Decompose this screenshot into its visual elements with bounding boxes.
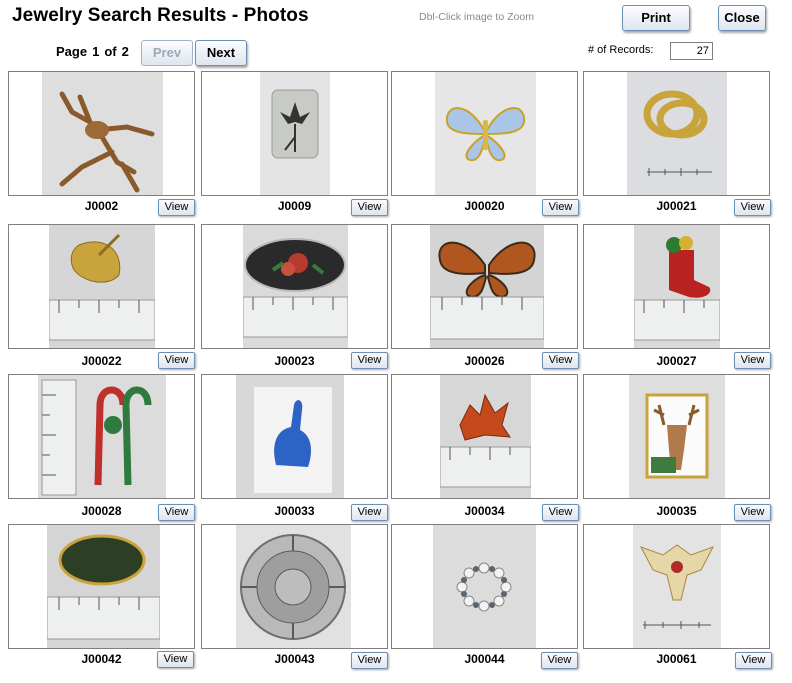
christmas-stocking-pin-photo[interactable] <box>634 225 720 348</box>
photo-frame[interactable] <box>391 524 578 649</box>
records-count-field[interactable] <box>670 42 713 60</box>
view-button[interactable]: View <box>158 352 195 369</box>
photo-frame[interactable] <box>8 374 195 499</box>
deer-stamp-pin-photo[interactable] <box>629 375 725 498</box>
records-label: # of Records: <box>588 44 654 56</box>
page-indicator: Page 1 of 2 <box>56 44 134 59</box>
frog-brooch-photo[interactable] <box>42 72 163 195</box>
photo-frame[interactable] <box>8 71 195 196</box>
zoom-hint: Dbl-Click image to Zoom <box>419 11 534 23</box>
current-page: 1 <box>92 44 100 59</box>
photo-frame[interactable] <box>8 224 195 349</box>
blue-rabbit-pin-photo[interactable] <box>236 375 344 498</box>
total-pages: 2 <box>121 44 129 59</box>
view-button[interactable]: View <box>158 199 195 216</box>
aztec-calendar-pin-photo[interactable] <box>236 525 351 648</box>
photo-frame[interactable] <box>391 71 578 196</box>
autumn-leaf-pin-photo[interactable] <box>440 375 531 498</box>
green-stone-brooch-photo[interactable] <box>47 525 160 648</box>
view-button[interactable]: View <box>542 504 579 521</box>
page-title: Jewelry Search Results - Photos <box>12 5 309 26</box>
close-button[interactable]: Close <box>718 5 766 31</box>
page-word: Page <box>56 44 88 59</box>
photo-frame[interactable] <box>391 224 578 349</box>
butterfly-brooch-photo[interactable] <box>435 72 536 195</box>
enamel-butterfly-pin-photo[interactable] <box>430 225 544 348</box>
view-button[interactable]: View <box>351 199 388 216</box>
photo-frame[interactable] <box>201 71 388 196</box>
view-button[interactable]: View <box>351 504 388 521</box>
view-button[interactable]: View <box>542 352 579 369</box>
photo-frame[interactable] <box>391 374 578 499</box>
view-button[interactable]: View <box>157 651 194 668</box>
gold-knot-brooch-photo[interactable] <box>627 72 727 195</box>
prev-button[interactable]: Prev <box>141 40 193 66</box>
view-button[interactable]: View <box>158 504 195 521</box>
photo-frame[interactable] <box>8 524 195 649</box>
photo-frame[interactable] <box>583 374 770 499</box>
photo-grid: J0002 View J0009 View J00020 View J00021… <box>8 71 778 675</box>
iris-pin-photo[interactable] <box>260 72 330 195</box>
photo-frame[interactable] <box>201 374 388 499</box>
of-word: of <box>104 44 117 59</box>
photo-frame[interactable] <box>201 224 388 349</box>
view-button[interactable]: View <box>734 199 771 216</box>
view-button[interactable]: View <box>734 352 771 369</box>
view-button[interactable]: View <box>351 652 388 669</box>
view-button[interactable]: View <box>351 352 388 369</box>
painted-oval-brooch-photo[interactable] <box>243 225 348 348</box>
view-button[interactable]: View <box>735 652 772 669</box>
pearl-ring-photo[interactable] <box>433 525 536 648</box>
view-button[interactable]: View <box>541 652 578 669</box>
eagle-crest-pin-photo[interactable] <box>633 525 721 648</box>
print-button[interactable]: Print <box>622 5 690 31</box>
photo-frame[interactable] <box>583 524 770 649</box>
view-button[interactable]: View <box>734 504 771 521</box>
gold-leaf-pin-photo[interactable] <box>49 225 155 348</box>
candy-cane-pin-photo[interactable] <box>38 375 166 498</box>
next-button[interactable]: Next <box>195 40 247 66</box>
photo-frame[interactable] <box>201 524 388 649</box>
photo-frame[interactable] <box>583 71 770 196</box>
view-button[interactable]: View <box>542 199 579 216</box>
photo-frame[interactable] <box>583 224 770 349</box>
